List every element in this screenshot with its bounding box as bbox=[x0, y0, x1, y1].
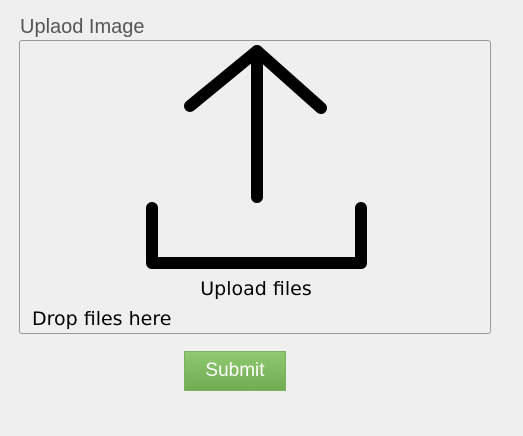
upload-image-label: Uplaod Image bbox=[20, 16, 145, 38]
drop-files-label: Drop files here bbox=[32, 308, 172, 330]
upload-files-label: Upload files bbox=[200, 278, 312, 300]
file-dropzone[interactable]: Upload files Drop files here bbox=[19, 40, 491, 334]
submit-button[interactable]: Submit bbox=[184, 351, 286, 391]
